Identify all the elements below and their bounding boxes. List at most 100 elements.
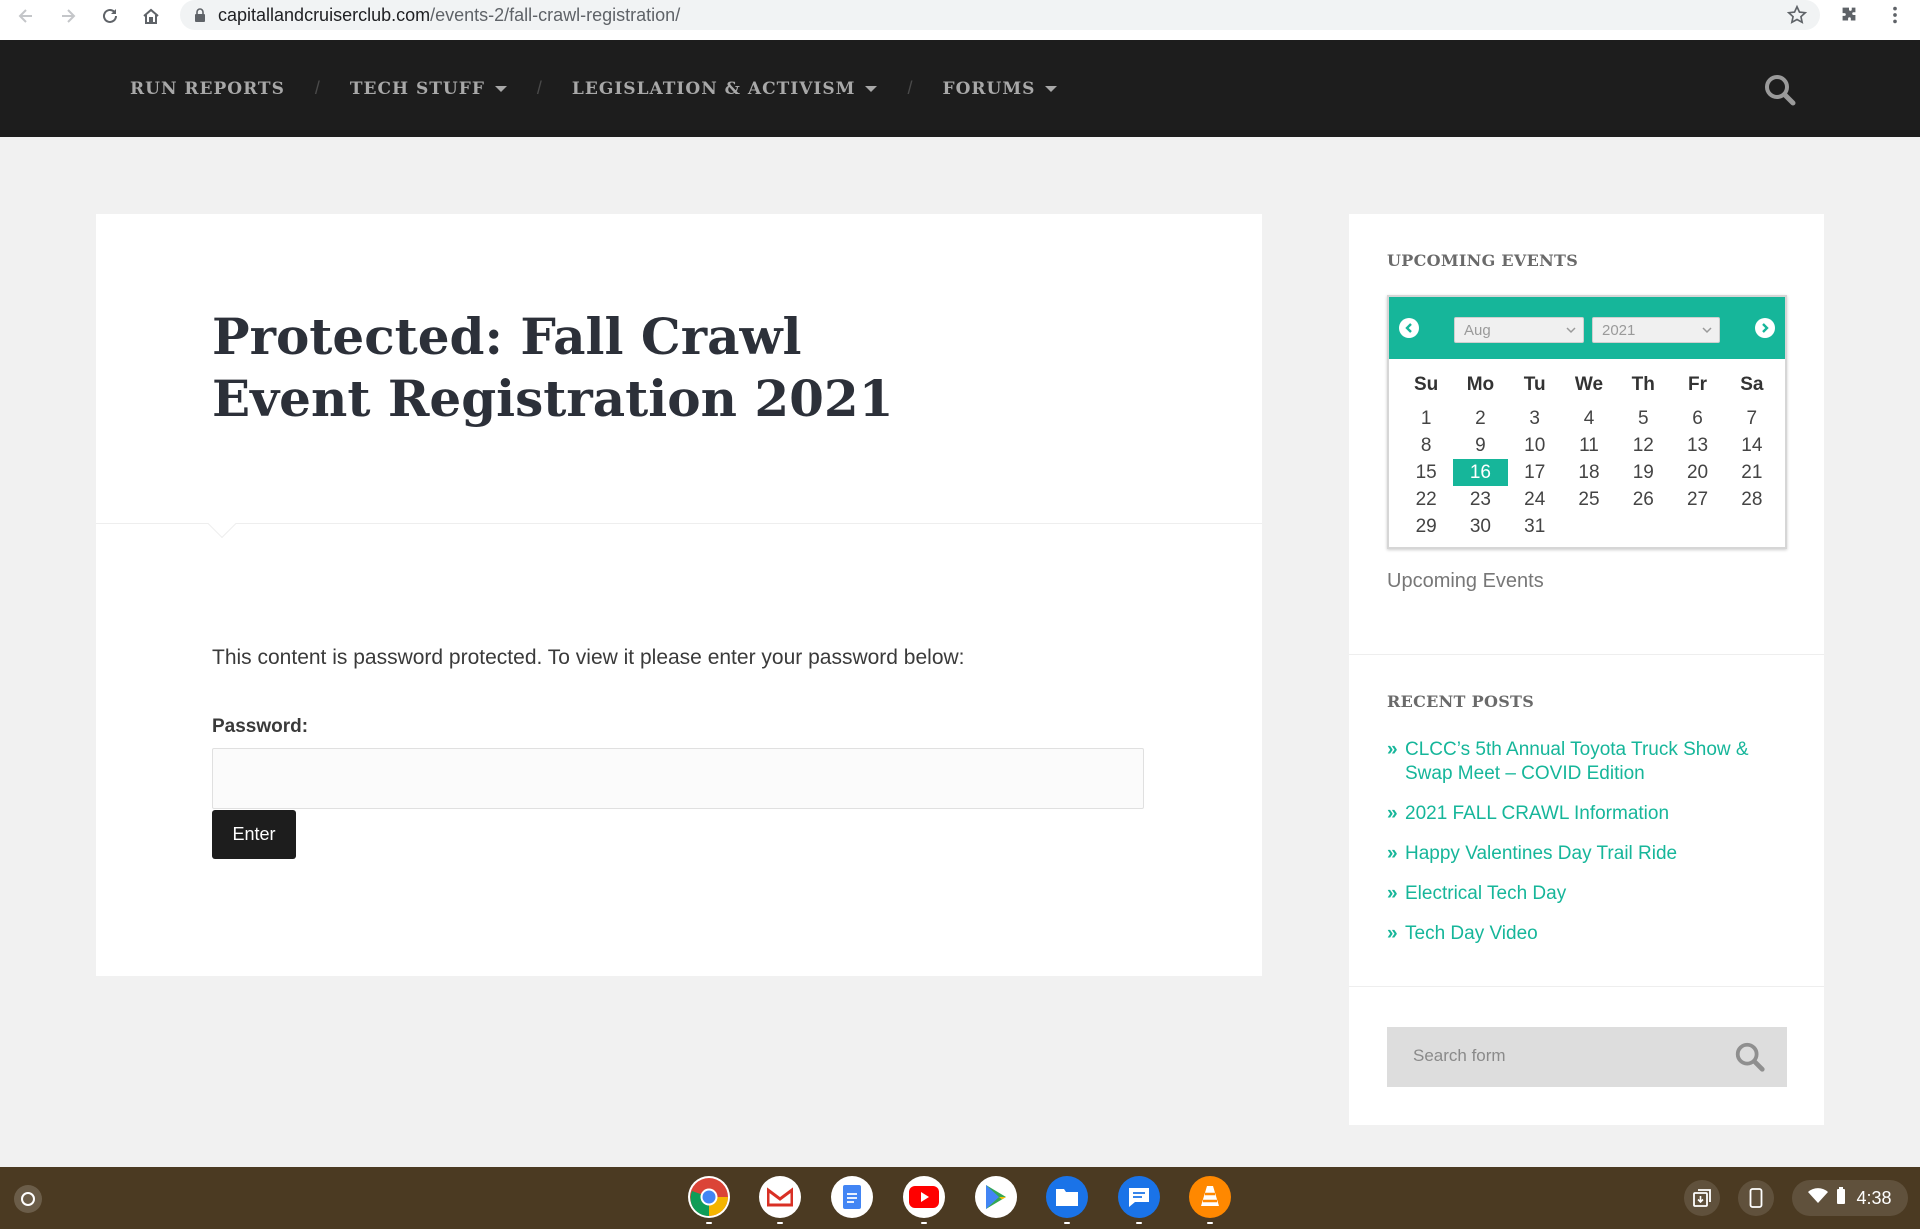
calendar-day[interactable]: 8 bbox=[1399, 432, 1453, 459]
site-header: RUN REPORTS / TECH STUFF / LEGISLATION &… bbox=[0, 40, 1920, 137]
calendar-day[interactable]: 21 bbox=[1725, 459, 1779, 486]
calendar-day[interactable]: 13 bbox=[1670, 432, 1724, 459]
wifi-icon bbox=[1808, 1187, 1829, 1209]
search-icon[interactable] bbox=[1733, 1040, 1767, 1079]
weekday-row: Su Mo Tu We Th Fr Sa bbox=[1399, 369, 1779, 399]
battery-icon bbox=[1836, 1186, 1846, 1210]
sidebar-search-form[interactable]: Search form bbox=[1387, 1027, 1787, 1087]
docs-icon[interactable] bbox=[831, 1176, 873, 1218]
calendar-day[interactable]: 15 bbox=[1399, 459, 1453, 486]
browser-menu-icon[interactable] bbox=[1884, 4, 1906, 31]
gmail-icon[interactable] bbox=[759, 1176, 801, 1224]
next-month-icon[interactable] bbox=[1755, 318, 1775, 338]
back-icon[interactable] bbox=[6, 0, 46, 36]
calendar-day[interactable]: 5 bbox=[1616, 405, 1670, 432]
vlc-icon[interactable] bbox=[1189, 1176, 1231, 1224]
clock: 4:38 bbox=[1856, 1187, 1892, 1208]
system-tray[interactable]: 4:38 bbox=[1792, 1180, 1908, 1216]
upcoming-events-title: UPCOMING EVENTS bbox=[1387, 251, 1579, 270]
recent-post-link[interactable]: » Electrical Tech Day bbox=[1387, 882, 1787, 906]
calendar-day[interactable]: 14 bbox=[1725, 432, 1779, 459]
header-pointer bbox=[207, 509, 237, 539]
recent-post-link[interactable]: » Tech Day Video bbox=[1387, 922, 1787, 946]
password-field[interactable] bbox=[212, 748, 1144, 809]
bookmark-star-icon[interactable] bbox=[1786, 4, 1808, 31]
calendar-day[interactable]: 9 bbox=[1453, 432, 1507, 459]
calendar-day[interactable]: 25 bbox=[1562, 486, 1616, 513]
search-icon[interactable] bbox=[1762, 72, 1798, 113]
calendar-week-row: 15 16 17 18 19 20 21 bbox=[1399, 459, 1779, 486]
calendar-day[interactable]: 19 bbox=[1616, 459, 1670, 486]
prev-month-icon[interactable] bbox=[1399, 318, 1419, 338]
youtube-icon[interactable] bbox=[903, 1176, 945, 1224]
calendar-day[interactable]: 30 bbox=[1453, 513, 1507, 540]
year-select[interactable]: 2021 bbox=[1592, 317, 1720, 343]
recent-post-link[interactable]: » 2021 FALL CRAWL Information bbox=[1387, 802, 1787, 826]
address-bar[interactable]: capitallandcruiserclub.com/events-2/fall… bbox=[180, 0, 1820, 30]
messages-icon[interactable] bbox=[1118, 1176, 1160, 1224]
menu-item-run-reports[interactable]: RUN REPORTS bbox=[130, 79, 285, 99]
menu-item-tech-stuff[interactable]: TECH STUFF bbox=[350, 79, 507, 99]
sidebar-divider bbox=[1349, 654, 1824, 655]
menu-item-legislation-activism[interactable]: LEGISLATION & ACTIVISM bbox=[572, 79, 878, 99]
password-label: Password: bbox=[212, 716, 309, 737]
home-icon[interactable] bbox=[131, 0, 171, 36]
enter-button[interactable]: Enter bbox=[212, 810, 296, 859]
calendar-day-today[interactable]: 16 bbox=[1453, 459, 1508, 486]
calendar-day[interactable]: 12 bbox=[1616, 432, 1670, 459]
main-menu: RUN REPORTS / TECH STUFF / LEGISLATION &… bbox=[130, 40, 1058, 137]
lock-icon bbox=[194, 8, 206, 22]
month-select[interactable]: Aug bbox=[1454, 317, 1584, 343]
calendar-week-row: 29 30 31 bbox=[1399, 513, 1779, 540]
calendar-day[interactable]: 27 bbox=[1670, 486, 1724, 513]
menu-item-forums[interactable]: FORUMS bbox=[943, 79, 1058, 99]
calendar-day[interactable]: 7 bbox=[1725, 405, 1779, 432]
calendar-day[interactable]: 28 bbox=[1725, 486, 1779, 513]
extensions-puzzle-icon[interactable] bbox=[1838, 4, 1860, 31]
events-calendar: Aug 2021 Su Mo Tu We Th Fr Sa 1234567891… bbox=[1387, 295, 1787, 549]
files-icon[interactable] bbox=[1046, 1176, 1088, 1224]
calendar-day[interactable]: 11 bbox=[1562, 432, 1616, 459]
weekday-label: Tu bbox=[1523, 373, 1546, 395]
calendar-day[interactable]: 2 bbox=[1453, 405, 1507, 432]
phone-hub-icon[interactable] bbox=[1738, 1180, 1774, 1216]
chrome-icon[interactable] bbox=[688, 1176, 730, 1224]
url-text: capitallandcruiserclub.com/events-2/fall… bbox=[218, 4, 681, 25]
calendar-week-row: 1234567 bbox=[1399, 405, 1779, 432]
calendar-day[interactable]: 3 bbox=[1508, 405, 1562, 432]
calendar-day[interactable]: 31 bbox=[1508, 513, 1562, 540]
raquo-icon: » bbox=[1387, 803, 1398, 824]
weekday-label: Sa bbox=[1740, 373, 1764, 395]
article-header: Protected: Fall Crawl Event Registration… bbox=[96, 214, 1262, 539]
calendar-week-row: 22 23 24 25 26 27 28 bbox=[1399, 486, 1779, 513]
calendar-day[interactable]: 26 bbox=[1616, 486, 1670, 513]
weekday-label: Fr bbox=[1688, 373, 1708, 395]
weekday-label: Su bbox=[1414, 373, 1439, 395]
forward-icon[interactable] bbox=[48, 0, 88, 36]
calendar-day[interactable]: 24 bbox=[1508, 486, 1562, 513]
browser-toolbar: capitallandcruiserclub.com/events-2/fall… bbox=[0, 0, 1920, 40]
calendar-day[interactable]: 6 bbox=[1670, 405, 1724, 432]
sidebar-divider bbox=[1349, 986, 1824, 987]
calendar-day[interactable]: 29 bbox=[1399, 513, 1453, 540]
recent-post-link[interactable]: » CLCC’s 5th Annual Toyota Truck Show & S… bbox=[1387, 738, 1787, 786]
calendar-day[interactable]: 10 bbox=[1508, 432, 1562, 459]
menu-separator: / bbox=[907, 78, 913, 98]
recent-post-link[interactable]: » Happy Valentines Day Trail Ride bbox=[1387, 842, 1787, 866]
dropdown-caret-icon bbox=[1045, 85, 1058, 92]
calendar-day[interactable]: 20 bbox=[1670, 459, 1724, 486]
page-title: Protected: Fall Crawl Event Registration… bbox=[212, 307, 894, 428]
reload-icon[interactable] bbox=[90, 0, 130, 36]
play-store-icon[interactable] bbox=[975, 1176, 1017, 1218]
launcher-icon[interactable] bbox=[14, 1185, 42, 1213]
calendar-day[interactable]: 22 bbox=[1399, 486, 1453, 513]
calendar-day[interactable]: 4 bbox=[1562, 405, 1616, 432]
dropdown-caret-icon bbox=[494, 85, 507, 92]
calendar-day[interactable]: 18 bbox=[1562, 459, 1616, 486]
calendar-day[interactable]: 1 bbox=[1399, 405, 1453, 432]
chevron-down-icon bbox=[1701, 322, 1713, 342]
calendar-day[interactable]: 17 bbox=[1508, 459, 1562, 486]
holding-space-icon[interactable] bbox=[1684, 1180, 1720, 1216]
calendar-day[interactable]: 23 bbox=[1453, 486, 1507, 513]
sidebar-search-input[interactable]: Search form bbox=[1413, 1046, 1506, 1066]
